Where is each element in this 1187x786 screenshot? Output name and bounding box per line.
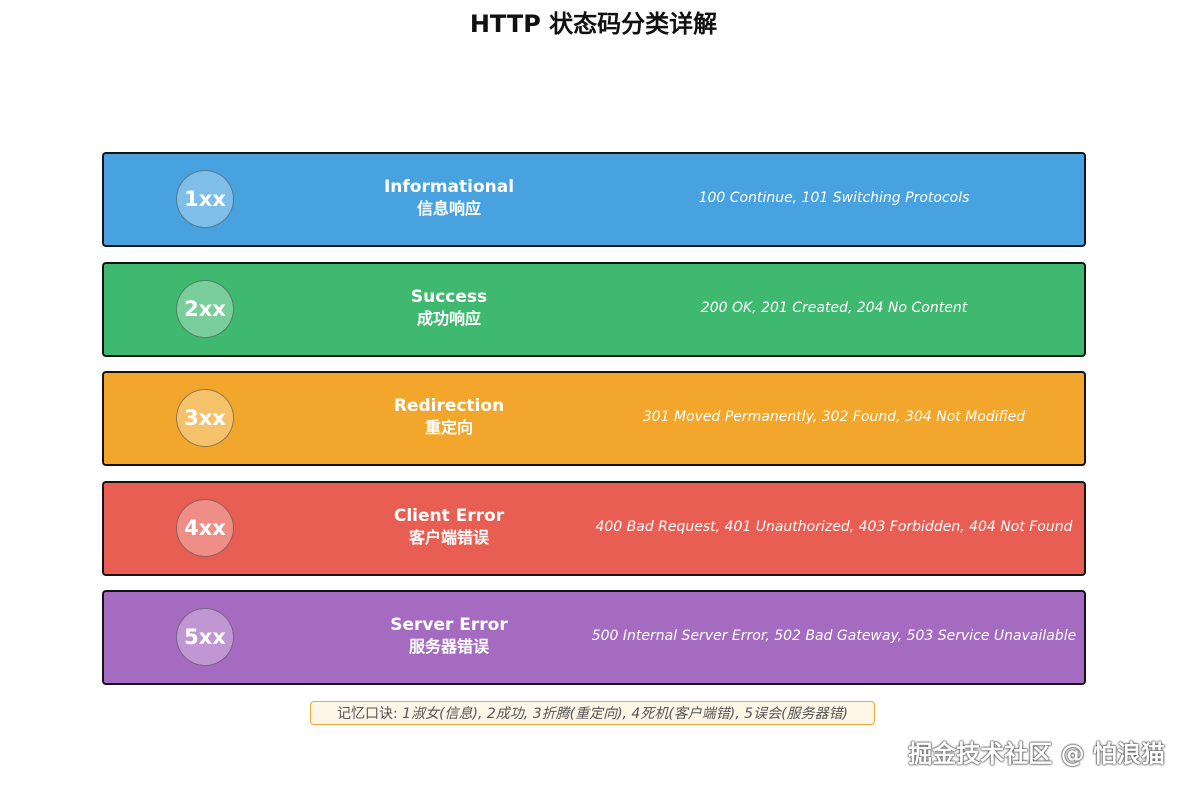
code-badge: 4xx (176, 498, 234, 557)
category-name-zh: 成功响应 (416, 308, 481, 328)
category-examples: 500 Internal Server Error, 502 Bad Gatew… (591, 628, 1077, 644)
mnemonic-label: 记忆口诀: (336, 706, 403, 722)
category-name-en: Client Error (393, 505, 505, 526)
category-row-5xx: 5xx Server Error 服务器错误 500 Internal Serv… (102, 590, 1086, 685)
category-row-2xx: 2xx Success 成功响应 200 OK, 201 Created, 20… (102, 261, 1086, 357)
code-badge: 1xx (176, 170, 234, 228)
category-name-zh: 信息响应 (416, 199, 481, 218)
code-badge: 2xx (176, 279, 234, 338)
category-name-en: Success (410, 286, 488, 307)
mnemonic-box: 记忆口诀: 1淑女(信息), 2成功, 3折腾(重定向), 4死机(客户端错),… (310, 701, 875, 725)
category-name: Success 成功响应 (349, 287, 549, 329)
mnemonic-text: 1淑女(信息), 2成功, 3折腾(重定向), 4死机(客户端错), 5误会(服… (402, 706, 848, 722)
category-name: Server Error 服务器错误 (349, 615, 549, 657)
category-name-en: Redirection (393, 396, 505, 416)
category-name-en: Informational (383, 177, 515, 197)
category-examples: 100 Continue, 101 Switching Protocols (698, 190, 970, 206)
category-row-1xx: 1xx Informational 信息响应 100 Continue, 101… (102, 152, 1086, 247)
code-badge: 5xx (176, 608, 234, 666)
category-name: Redirection 重定向 (349, 396, 549, 438)
category-row-3xx: 3xx Redirection 重定向 301 Moved Permanentl… (102, 371, 1086, 466)
category-name-en: Server Error (390, 615, 508, 635)
code-badge: 3xx (176, 389, 234, 447)
category-examples: 301 Moved Permanently, 302 Found, 304 No… (642, 409, 1026, 425)
category-name-zh: 服务器错误 (408, 637, 489, 656)
category-name-zh: 客户端错误 (408, 527, 489, 547)
status-category-list: 1xx Informational 信息响应 100 Continue, 101… (102, 152, 1086, 700)
category-row-4xx: 4xx Client Error 客户端错误 400 Bad Request, … (102, 480, 1086, 576)
category-examples: 400 Bad Request, 401 Unauthorized, 403 F… (595, 518, 1073, 535)
category-name: Informational 信息响应 (349, 177, 549, 219)
category-name-zh: 重定向 (424, 418, 473, 437)
category-examples: 200 OK, 201 Created, 204 No Content (700, 299, 968, 316)
watermark: 掘金技术社区 @ 怕浪猫 (908, 740, 1165, 768)
category-name: Client Error 客户端错误 (349, 506, 549, 548)
page-title: HTTP 状态码分类详解 (469, 10, 718, 38)
